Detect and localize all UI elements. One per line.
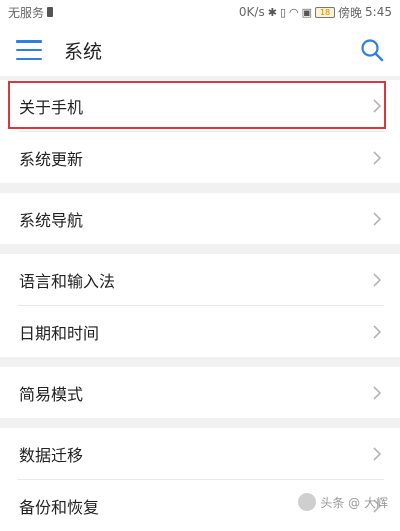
chevron-right-icon — [373, 98, 382, 113]
settings-item-label: 数据迁移 — [19, 445, 84, 465]
search-icon[interactable] — [360, 38, 384, 62]
status-bar: 无服务 0K/s ✱ ▯ ◠ ▣ 18 傍晚 5:45 — [0, 0, 400, 24]
battery-icon: 18 — [315, 6, 336, 18]
chevron-right-icon — [373, 150, 382, 165]
wifi-icon: ◠ — [289, 5, 299, 19]
watermark-logo-icon — [298, 493, 317, 511]
settings-item-about-phone[interactable]: 关于手机 — [0, 80, 400, 131]
settings-item-label: 日期和时间 — [19, 323, 100, 343]
section-gap — [0, 418, 400, 428]
carrier-text: 无服务 — [8, 5, 45, 20]
chevron-right-icon — [373, 324, 382, 339]
bluetooth-icon: ✱ — [267, 5, 277, 19]
settings-item-label: 关于手机 — [19, 97, 84, 117]
settings-item-label: 备份和恢复 — [19, 497, 100, 517]
watermark: 头条 @ 大辉 — [298, 493, 388, 511]
app-bar: 系统 — [0, 24, 400, 76]
chevron-right-icon — [373, 446, 382, 461]
settings-item-label: 系统导航 — [19, 210, 84, 230]
section-gap — [0, 244, 400, 254]
chevron-right-icon — [373, 211, 382, 226]
status-left: 无服务 — [8, 4, 54, 21]
settings-item-data-migration[interactable]: 数据迁移 — [0, 428, 400, 479]
network-speed: 0K/s — [238, 5, 265, 19]
settings-item-system-navigation[interactable]: 系统导航 — [0, 193, 400, 244]
settings-list: 关于手机 系统更新 系统导航 语言和输入法 日期和时间 简易模式 数据迁移 备份… — [0, 76, 400, 531]
menu-icon[interactable] — [16, 40, 42, 60]
status-time: 5:45 — [365, 5, 392, 19]
status-right: 0K/s ✱ ▯ ◠ ▣ 18 傍晚 5:45 — [239, 4, 392, 21]
settings-item-simple-mode[interactable]: 简易模式 — [0, 367, 400, 418]
data-icon: ▣ — [301, 5, 313, 19]
vibrate-icon: ▯ — [279, 5, 287, 19]
chevron-right-icon — [373, 385, 382, 400]
settings-item-system-update[interactable]: 系统更新 — [0, 132, 400, 183]
sim-icon — [47, 7, 54, 17]
chevron-right-icon — [373, 272, 382, 287]
settings-item-language-input[interactable]: 语言和输入法 — [0, 254, 400, 305]
section-gap — [0, 183, 400, 193]
page-title: 系统 — [64, 40, 103, 63]
settings-item-label: 系统更新 — [19, 149, 84, 169]
time-prefix: 傍晚 — [338, 5, 363, 20]
watermark-text: 头条 @ 大辉 — [320, 495, 388, 510]
settings-item-label: 语言和输入法 — [19, 271, 116, 291]
settings-item-label: 简易模式 — [19, 384, 84, 404]
section-gap — [0, 357, 400, 367]
settings-item-date-time[interactable]: 日期和时间 — [0, 306, 400, 357]
